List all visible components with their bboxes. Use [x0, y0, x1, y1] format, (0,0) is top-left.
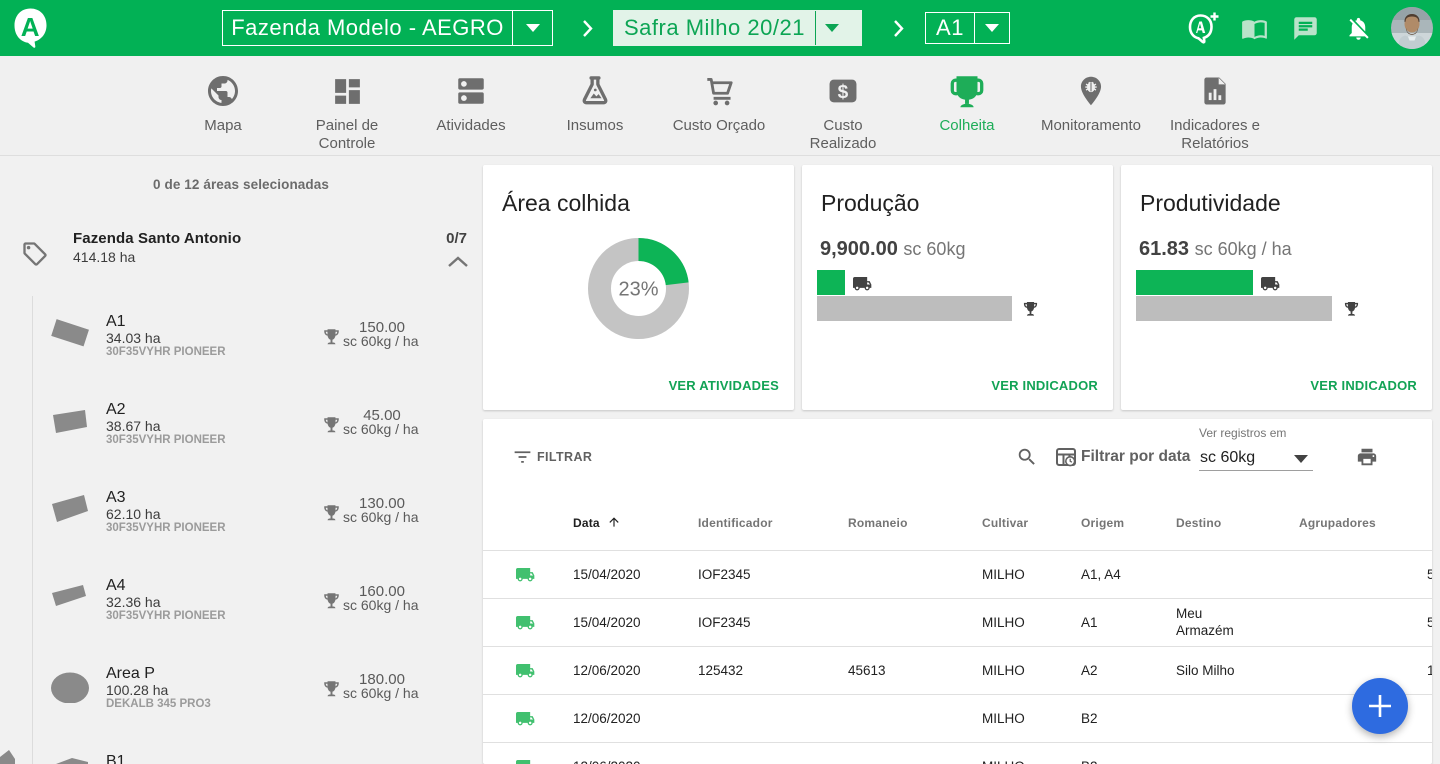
svg-text:A: A — [21, 12, 40, 42]
svg-text:23%: 23% — [618, 279, 658, 301]
svg-text:$: $ — [838, 82, 849, 103]
